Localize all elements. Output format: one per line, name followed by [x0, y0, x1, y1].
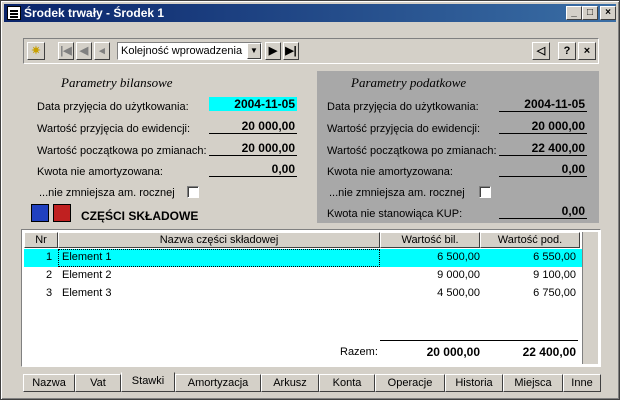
parts-grid: Nr Nazwa części składowej Wartość bil. W… — [21, 229, 601, 367]
cell-pod: 6 550,00 — [533, 251, 576, 263]
tax-not-reduce-label: ...nie zmniejsza am. rocznej — [329, 187, 465, 199]
grid-header-pod[interactable]: Wartość pod. — [480, 232, 580, 248]
cell-nr: 1 — [46, 251, 53, 263]
prev-record-icon[interactable]: ◀ — [76, 42, 92, 60]
tab-nazwa[interactable]: Nazwa — [23, 374, 75, 392]
cell-bil: 9 000,00 — [437, 269, 480, 281]
prev-page-icon[interactable]: ◂ — [94, 42, 110, 60]
tax-not-reduce-checkbox[interactable] — [479, 186, 491, 198]
tab-strip: Nazwa Vat Stawki Amortyzacja Arkusz Kont… — [23, 372, 603, 394]
first-record-icon[interactable]: |◀ — [58, 42, 74, 60]
balance-parameters-panel: Parametry bilansowe Data przyjęcia do uż… — [23, 69, 315, 226]
tax-initial-value-field[interactable]: 22 400,00 — [499, 141, 587, 156]
cell-name[interactable]: Element 3 — [62, 287, 112, 299]
tab-stawki[interactable]: Stawki — [121, 372, 175, 392]
bal-non-amortized-field[interactable]: 0,00 — [209, 162, 297, 177]
cell-bil: 6 500,00 — [437, 251, 480, 263]
remove-part-icon[interactable] — [53, 204, 71, 222]
tax-non-amortized-field[interactable]: 0,00 — [499, 162, 587, 177]
tab-konta[interactable]: Konta — [319, 374, 375, 392]
cell-pod: 6 750,00 — [533, 287, 576, 299]
bal-initial-value-label: Wartość początkowa po zmianach: — [37, 145, 207, 157]
order-combo[interactable]: Kolejność wprowadzenia ▼ — [117, 42, 262, 60]
tab-arkusz[interactable]: Arkusz — [261, 374, 319, 392]
chevron-down-icon[interactable]: ▼ — [247, 43, 261, 59]
bal-date-field[interactable]: 2004-11-05 — [209, 97, 297, 111]
cell-nr: 2 — [46, 269, 53, 281]
grid-scrollbar[interactable] — [582, 232, 598, 364]
cell-name[interactable]: Element 2 — [62, 269, 112, 281]
total-pod: 22 400,00 — [522, 345, 576, 359]
title-bar[interactable]: Środek trwały - Środek 1 _ □ × — [4, 4, 616, 22]
cell-nr: 3 — [46, 287, 53, 299]
tax-panel-title: Parametry podatkowe — [351, 75, 467, 90]
bal-non-amortized-label: Kwota nie amortyzowana: — [37, 166, 163, 178]
tax-non-kup-label: Kwota nie stanowiąca KUP: — [327, 208, 463, 220]
order-combo-value: Kolejność wprowadzenia — [121, 45, 243, 57]
tab-historia[interactable]: Historia — [445, 374, 503, 392]
help-icon[interactable]: ? — [558, 42, 576, 60]
table-row[interactable]: 3 Element 3 4 500,00 6 750,00 — [24, 285, 598, 303]
grid-header-nr[interactable]: Nr — [24, 232, 58, 248]
bal-not-reduce-label: ...nie zmniejsza am. rocznej — [39, 187, 175, 199]
tax-initial-value-label: Wartość początkowa po zmianach: — [327, 145, 497, 157]
window-title: Środek trwały - Środek 1 — [24, 6, 165, 20]
fixed-asset-window: Środek trwały - Środek 1 _ □ × ✷ |◀ ◀ ◂ … — [0, 0, 620, 400]
new-star-icon[interactable]: ✷ — [27, 42, 45, 60]
tax-non-amortized-label: Kwota nie amortyzowana: — [327, 166, 453, 178]
table-row[interactable]: 2 Element 2 9 000,00 9 100,00 — [24, 267, 598, 285]
toolbar: ✷ |◀ ◀ ◂ Kolejność wprowadzenia ▼ ▶ ▶| ◁… — [23, 38, 599, 64]
add-part-icon[interactable] — [31, 204, 49, 222]
bal-date-label: Data przyjęcia do użytkowania: — [37, 101, 189, 113]
bal-initial-value-field[interactable]: 20 000,00 — [209, 141, 297, 156]
tax-non-kup-field[interactable]: 0,00 — [499, 204, 587, 219]
last-record-icon[interactable]: ▶| — [283, 42, 299, 60]
close-form-icon[interactable]: × — [578, 42, 596, 60]
bal-entry-value-label: Wartość przyjęcia do ewidencji: — [37, 123, 191, 135]
tab-miejsca[interactable]: Miejsca — [503, 374, 563, 392]
minimize-button[interactable]: _ — [566, 6, 582, 20]
total-label: Razem: — [340, 346, 378, 358]
balance-panel-title: Parametry bilansowe — [61, 75, 173, 90]
app-icon — [7, 6, 21, 20]
grid-header-bil[interactable]: Wartość bil. — [380, 232, 480, 248]
tab-operacje[interactable]: Operacje — [375, 374, 445, 392]
parts-section-title: CZĘŚCI SKŁADOWE — [81, 209, 199, 223]
total-bil: 20 000,00 — [426, 345, 480, 359]
tax-date-field[interactable]: 2004-11-05 — [499, 97, 587, 112]
tab-amortyzacja[interactable]: Amortyzacja — [175, 374, 261, 392]
cell-pod: 9 100,00 — [533, 269, 576, 281]
close-button[interactable]: × — [600, 6, 616, 20]
tax-date-label: Data przyjęcia do użytkowania: — [327, 101, 479, 113]
next-record-icon[interactable]: ▶ — [265, 42, 281, 60]
back-icon[interactable]: ◁ — [532, 42, 550, 60]
table-row[interactable]: 1 Element 1 6 500,00 6 550,00 — [24, 249, 598, 267]
bal-entry-value-field[interactable]: 20 000,00 — [209, 119, 297, 134]
cell-name[interactable]: Element 1 — [58, 249, 380, 267]
total-divider — [380, 340, 578, 341]
tax-entry-value-label: Wartość przyjęcia do ewidencji: — [327, 123, 481, 135]
bal-not-reduce-checkbox[interactable] — [187, 186, 199, 198]
tab-inne[interactable]: Inne — [563, 374, 601, 392]
tax-parameters-panel: Parametry podatkowe Data przyjęcia do uż… — [317, 71, 599, 223]
grid-header-name[interactable]: Nazwa części składowej — [58, 232, 380, 248]
cell-bil: 4 500,00 — [437, 287, 480, 299]
tax-entry-value-field[interactable]: 20 000,00 — [499, 119, 587, 134]
tab-vat[interactable]: Vat — [75, 374, 121, 392]
maximize-button[interactable]: □ — [582, 6, 598, 20]
